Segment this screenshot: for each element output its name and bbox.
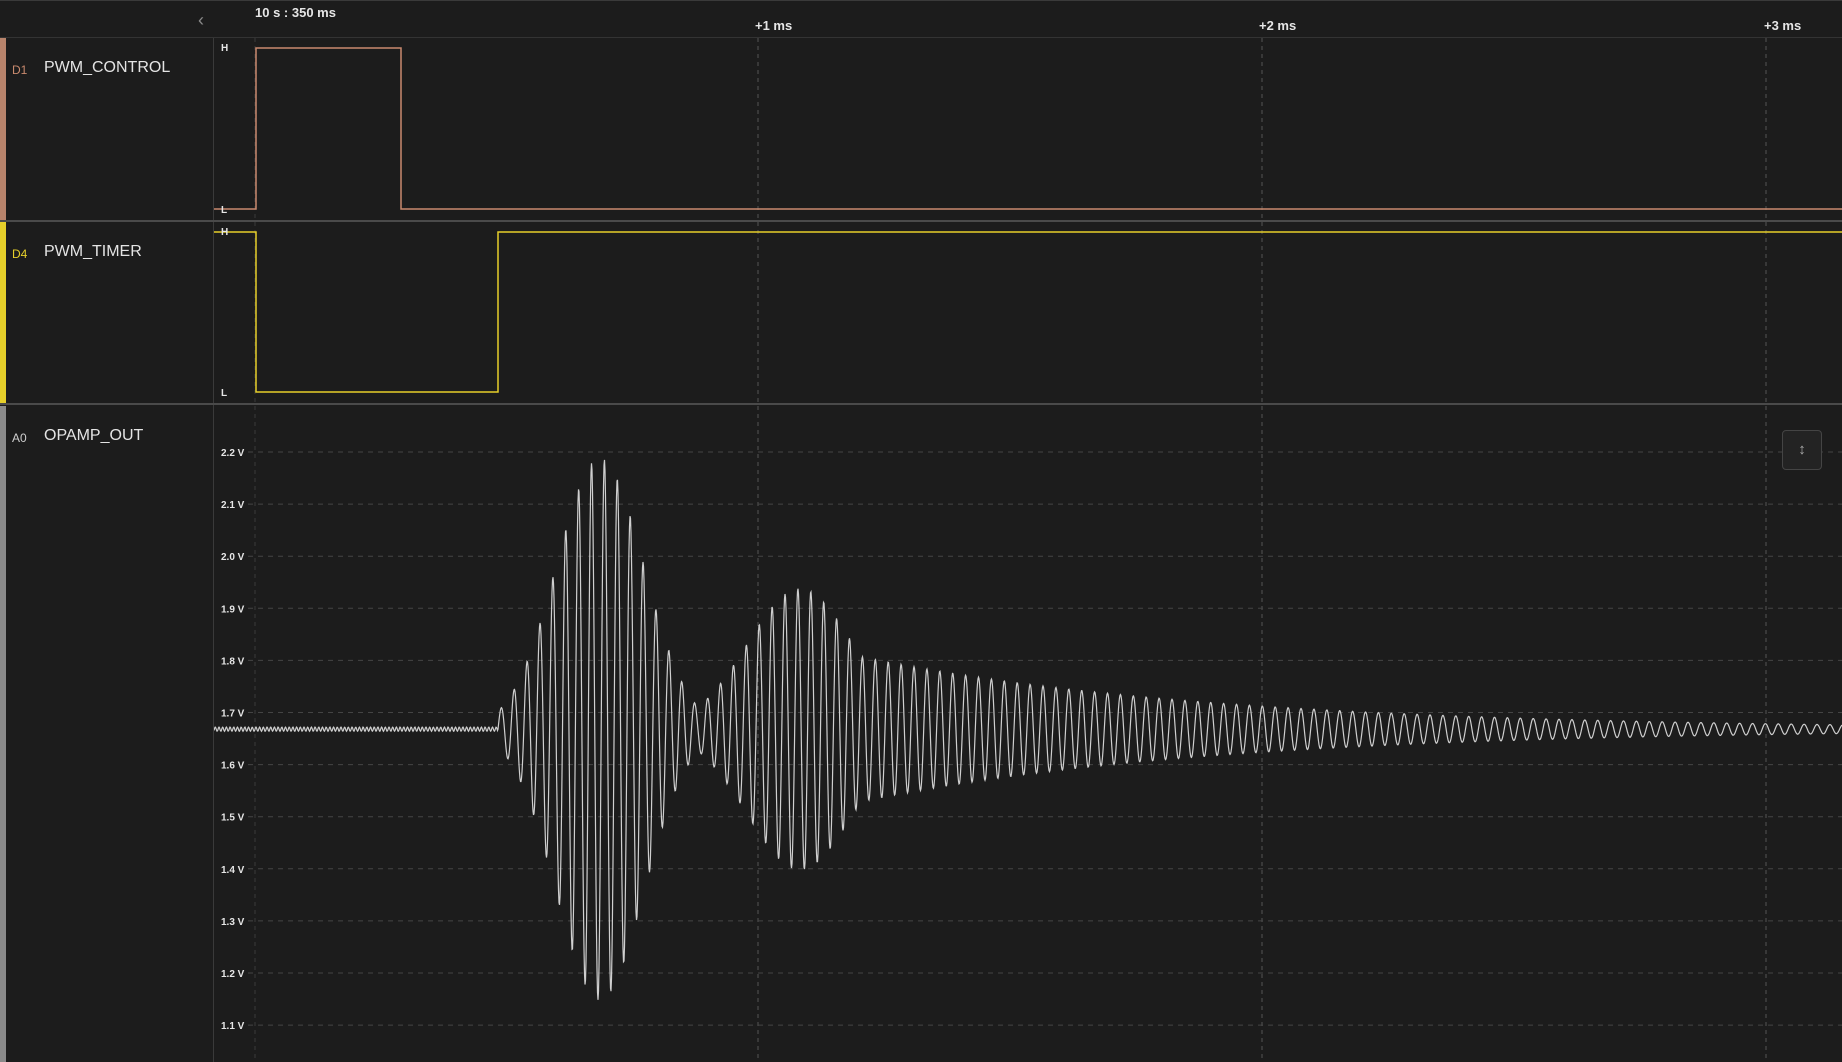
voltage-tick-label: 2.1 V — [221, 500, 245, 511]
voltage-tick-label: 1.9 V — [221, 604, 245, 615]
high-level-label: H — [221, 227, 228, 238]
low-level-label: L — [221, 388, 227, 399]
channel-color-bar — [0, 38, 6, 220]
voltage-tick-label: 1.3 V — [221, 917, 245, 928]
channel-d4[interactable]: D4 PWM_TIMER — [0, 222, 214, 404]
voltage-tick-label: 1.1 V — [221, 1021, 245, 1032]
fit-height-icon[interactable]: ↕ — [1782, 430, 1822, 470]
channel-name: OPAMP_OUT — [44, 427, 144, 444]
channel-color-bar — [0, 406, 6, 1062]
opamp-out-trace — [213, 459, 1842, 1000]
voltage-tick-label: 1.4 V — [221, 865, 245, 876]
channel-name: PWM_TIMER — [44, 243, 142, 260]
voltage-tick-label: 1.5 V — [221, 813, 245, 824]
voltage-tick-label: 1.6 V — [221, 761, 245, 772]
voltage-tick-label: 1.7 V — [221, 709, 245, 720]
pwm-control-trace — [214, 47, 1842, 210]
channel-color-bar — [0, 222, 6, 404]
channel-sidebar: D1 PWM_CONTROL D4 PWM_TIMER A0 OPAMP_OUT — [0, 38, 214, 1062]
channel-id: D4 — [12, 247, 28, 261]
low-level-label: L — [221, 205, 227, 216]
logic-analyzer-window: ‹ 10 s : 350 ms +1 ms +2 ms +3 ms H L H L 2.… — [0, 0, 1842, 1062]
channel-id: D1 — [12, 63, 28, 77]
voltage-tick-label: 2.0 V — [221, 552, 245, 563]
channel-name: PWM_CONTROL — [44, 59, 171, 76]
voltage-tick-label: 2.2 V — [221, 448, 245, 459]
channel-a0[interactable]: A0 OPAMP_OUT — [0, 406, 214, 1062]
waveform-plot[interactable]: HLHL2.2 V2.1 V2.0 V1.9 V1.8 V1.7 V1.6 V1… — [0, 0, 1842, 1062]
channel-d1[interactable]: D1 PWM_CONTROL — [0, 38, 214, 220]
voltage-tick-label: 1.8 V — [221, 656, 245, 667]
row-separator[interactable] — [0, 403, 1842, 405]
row-separator[interactable] — [0, 220, 1842, 222]
voltage-tick-label: 1.2 V — [221, 969, 245, 980]
high-level-label: H — [221, 43, 228, 54]
pwm-timer-trace — [214, 231, 1842, 393]
channel-id: A0 — [12, 431, 27, 445]
